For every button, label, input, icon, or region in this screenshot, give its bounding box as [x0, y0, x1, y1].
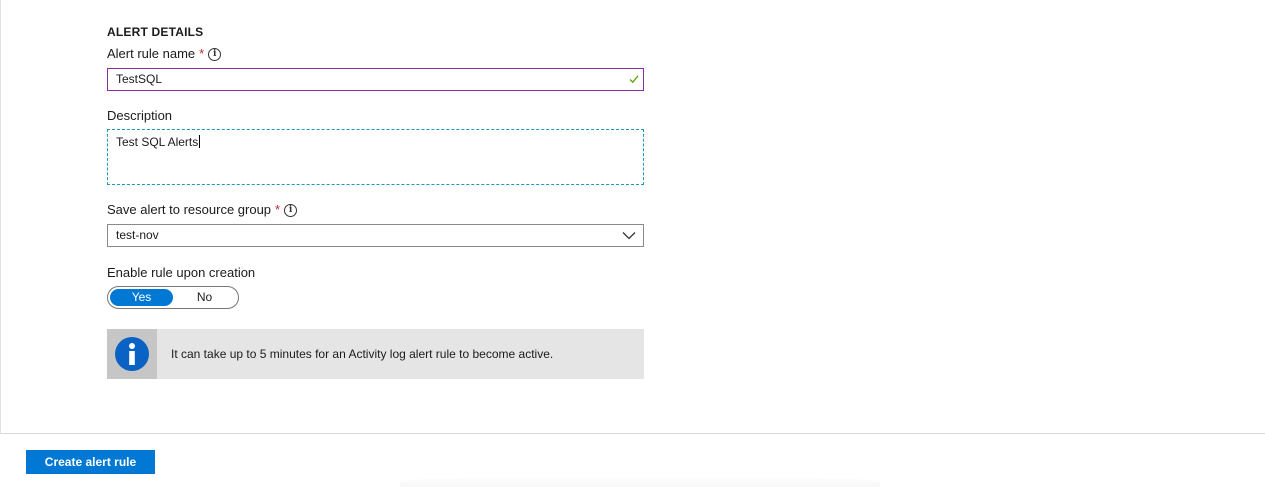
check-icon: [629, 75, 639, 84]
enable-rule-label-text: Enable rule upon creation: [107, 265, 256, 280]
footer-divider: [0, 433, 1265, 434]
create-alert-rule-button[interactable]: Create alert rule: [26, 450, 155, 474]
info-banner: It can take up to 5 minutes for an Activ…: [107, 329, 644, 379]
footer-shadow: [400, 476, 880, 487]
chevron-down-icon: [622, 232, 636, 240]
description-textarea[interactable]: Test SQL Alerts: [107, 129, 644, 185]
toggle-option-no[interactable]: No: [173, 289, 236, 306]
info-icon[interactable]: i: [284, 203, 298, 217]
text-caret: [199, 135, 201, 148]
toggle-option-yes[interactable]: Yes: [110, 289, 173, 306]
alert-rule-name-value: TestSQL: [116, 72, 163, 86]
resource-group-selected: test-nov: [116, 228, 159, 242]
section-title: ALERT DETAILS: [107, 25, 204, 39]
required-marker: *: [275, 202, 281, 217]
info-circle-icon: [115, 337, 149, 371]
panel-left-border: [0, 0, 1, 433]
description-label: Description: [107, 108, 172, 124]
enable-rule-label: Enable rule upon creation: [107, 265, 255, 281]
description-value: Test SQL Alerts: [116, 135, 199, 149]
enable-rule-toggle[interactable]: Yes No: [107, 286, 239, 309]
info-banner-text: It can take up to 5 minutes for an Activ…: [171, 347, 554, 361]
required-marker: *: [199, 46, 205, 61]
description-label-text: Description: [107, 108, 173, 123]
info-banner-icon-cell: [107, 329, 157, 379]
alert-rule-name-label-text: Alert rule name: [107, 46, 196, 61]
alert-rule-name-label: Alert rule name * i: [107, 46, 222, 62]
resource-group-label-text: Save alert to resource group: [107, 202, 272, 217]
alert-rule-name-input[interactable]: TestSQL: [107, 68, 644, 91]
resource-group-select[interactable]: test-nov: [107, 224, 644, 247]
info-icon[interactable]: i: [208, 47, 222, 61]
resource-group-label: Save alert to resource group * i: [107, 202, 298, 218]
